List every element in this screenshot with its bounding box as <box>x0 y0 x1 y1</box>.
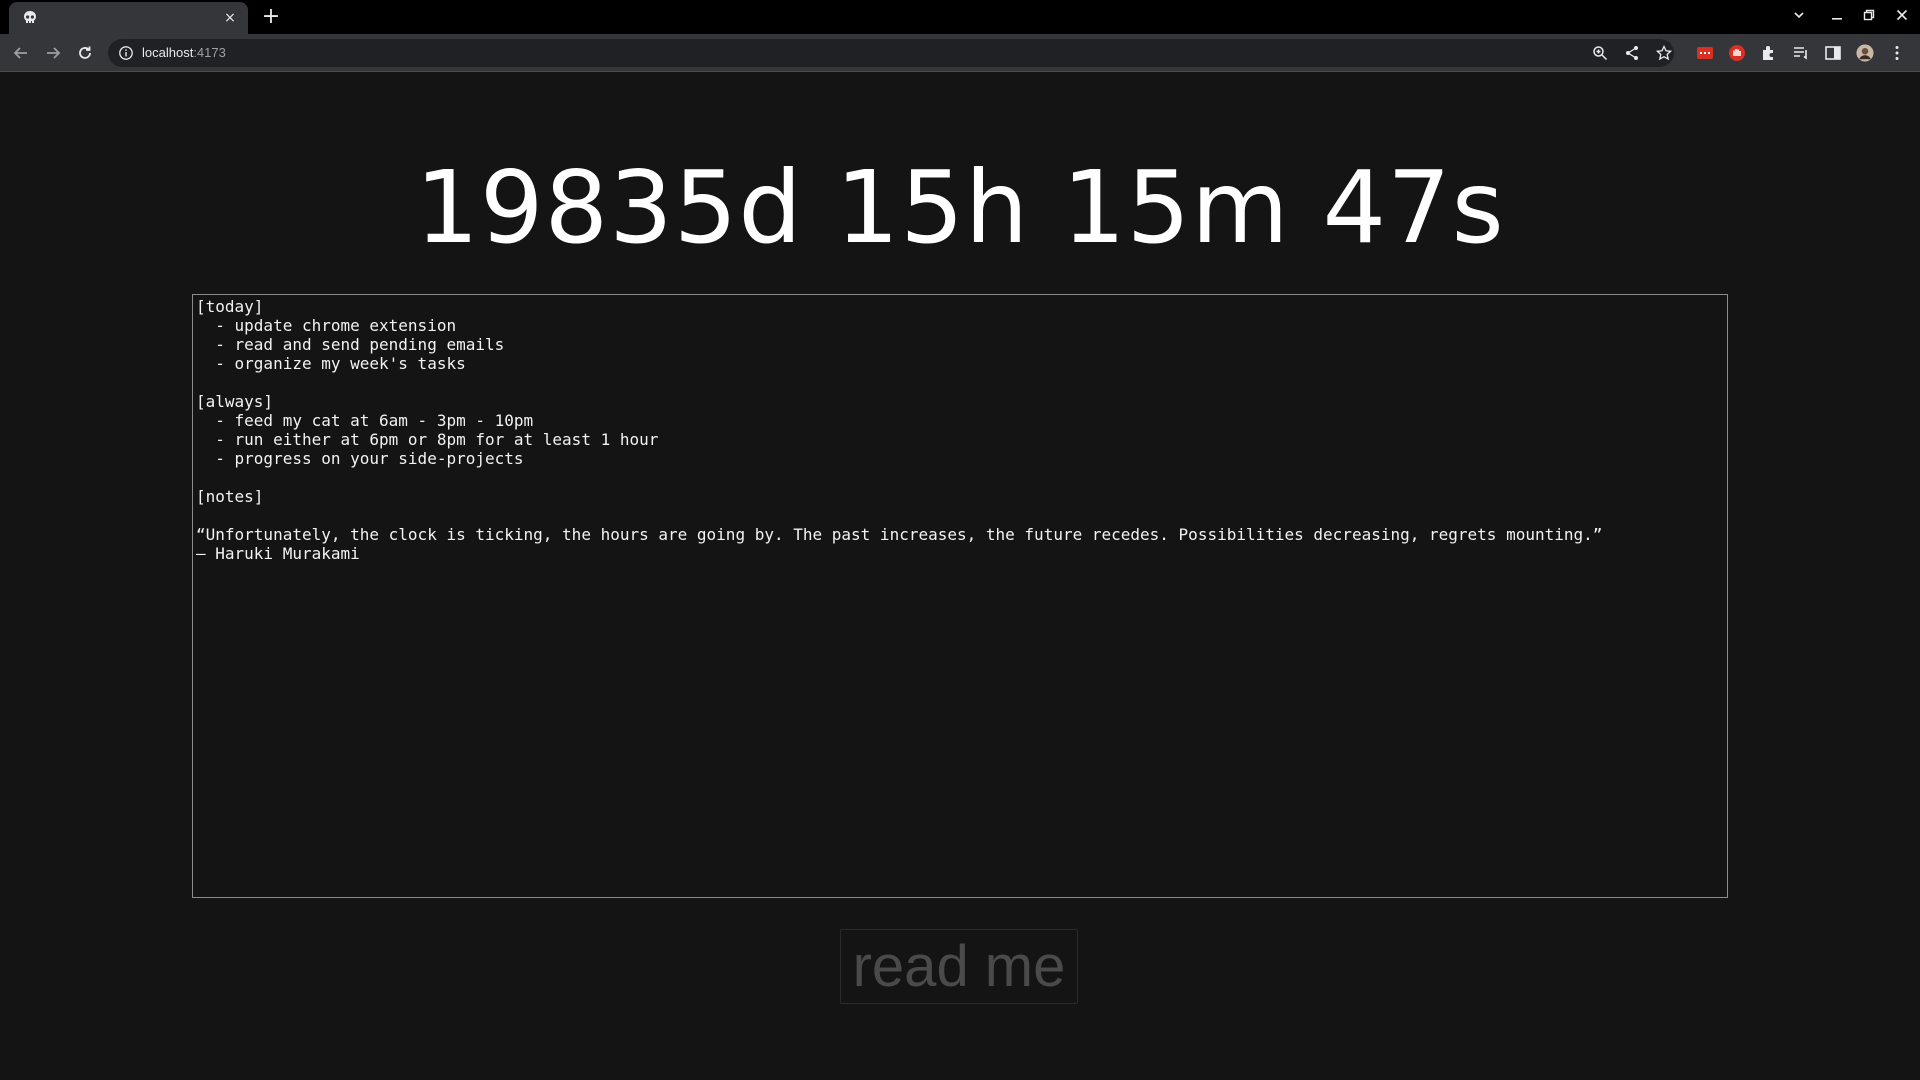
info-icon[interactable] <box>118 45 134 61</box>
reading-list-icon[interactable] <box>1792 44 1810 62</box>
extensions-puzzle-icon[interactable] <box>1760 44 1778 62</box>
url-port: :4173 <box>193 45 226 60</box>
url-text[interactable]: localhost:4173 <box>142 39 226 67</box>
bookmark-star-icon[interactable] <box>1655 44 1673 61</box>
profile-avatar[interactable] <box>1856 44 1874 62</box>
read-me-button[interactable]: read me <box>840 929 1078 1004</box>
close-window-icon[interactable] <box>1891 6 1913 28</box>
share-icon[interactable] <box>1624 45 1640 61</box>
browser-toolbar: localhost:4173 <box>0 34 1920 72</box>
restore-icon[interactable] <box>1858 6 1880 28</box>
forward-icon[interactable] <box>42 42 64 64</box>
extension-hand-icon[interactable] <box>1728 44 1746 62</box>
side-panel-icon[interactable] <box>1824 44 1842 62</box>
close-tab-icon[interactable]: × <box>220 8 240 28</box>
notes-textarea[interactable]: [today] - update chrome extension - read… <box>192 294 1728 898</box>
tab-search-icon[interactable] <box>1788 6 1810 28</box>
new-tab-button[interactable]: + <box>260 6 282 28</box>
browser-tab[interactable]: × <box>9 2 248 34</box>
skull-icon <box>21 9 39 27</box>
url-host: localhost <box>142 45 194 60</box>
tab-strip: × + <box>0 0 1920 34</box>
minimize-icon[interactable] <box>1826 6 1848 28</box>
zoom-icon[interactable] <box>1592 45 1608 61</box>
extension-red-icon[interactable] <box>1696 44 1714 62</box>
countdown-timer: 19835d 15h 15m 47s <box>415 149 1505 266</box>
reload-icon[interactable] <box>74 42 96 64</box>
page-content: 19835d 15h 15m 47s [today] - update chro… <box>0 73 1920 1080</box>
menu-kebab-icon[interactable] <box>1888 44 1906 62</box>
back-icon[interactable] <box>10 42 32 64</box>
address-bar[interactable]: localhost:4173 <box>108 39 1674 67</box>
